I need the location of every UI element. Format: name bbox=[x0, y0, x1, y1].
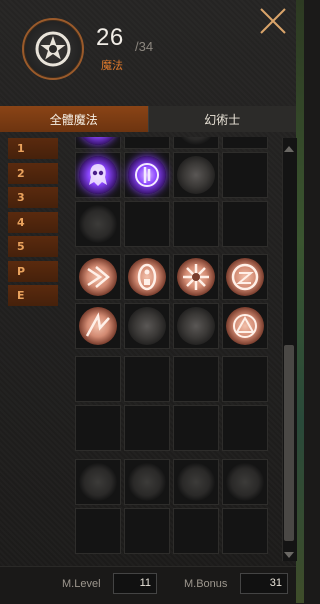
spell-slot[interactable] bbox=[124, 201, 170, 247]
filter-level-5[interactable]: 5 bbox=[8, 236, 58, 257]
spell-slot[interactable] bbox=[173, 152, 219, 198]
magic-label: 魔法 bbox=[101, 59, 123, 72]
magic-count: 26 bbox=[96, 24, 124, 51]
spell-slot[interactable] bbox=[124, 405, 170, 451]
scrollbar-thumb[interactable] bbox=[284, 345, 294, 541]
tab-illusionist[interactable]: 幻術士 bbox=[147, 106, 296, 132]
spell-row bbox=[75, 508, 270, 554]
dim-wing-icon bbox=[177, 463, 215, 501]
spell-slot[interactable] bbox=[75, 152, 121, 198]
spell-grid bbox=[75, 137, 270, 561]
filter-level-1[interactable]: 1 bbox=[8, 138, 58, 159]
spell-slot[interactable] bbox=[75, 459, 121, 505]
spell-slot[interactable] bbox=[173, 254, 219, 300]
spell-slot[interactable] bbox=[124, 459, 170, 505]
scroll-down-arrow-icon[interactable] bbox=[283, 546, 295, 558]
spell-slot[interactable] bbox=[75, 356, 121, 402]
spell-slot[interactable] bbox=[75, 303, 121, 349]
dim-figure-icon bbox=[177, 156, 215, 194]
spell-row bbox=[75, 152, 270, 198]
magic-level-label: M.Level bbox=[62, 578, 101, 590]
spell-slot[interactable] bbox=[222, 405, 268, 451]
spell-slot[interactable] bbox=[173, 201, 219, 247]
spell-row bbox=[75, 254, 270, 300]
filter-level-2[interactable]: 2 bbox=[8, 162, 58, 184]
magic-bonus-label: M.Bonus bbox=[184, 578, 228, 590]
spell-slot[interactable] bbox=[222, 303, 268, 349]
spell-slot[interactable] bbox=[75, 201, 121, 247]
spell-row bbox=[75, 303, 270, 349]
magic-level-value: 11 bbox=[113, 573, 157, 594]
purple-spell-icon bbox=[79, 137, 117, 145]
spell-slot[interactable] bbox=[222, 459, 268, 505]
spell-slot[interactable] bbox=[222, 201, 268, 247]
tab-bar: 全體魔法 幻術士 bbox=[0, 106, 296, 132]
spell-slot[interactable] bbox=[173, 356, 219, 402]
spell-slot[interactable] bbox=[222, 356, 268, 402]
spell-row bbox=[75, 459, 270, 505]
spell-slot[interactable] bbox=[222, 254, 268, 300]
spell-slot[interactable] bbox=[124, 152, 170, 198]
spell-slot[interactable] bbox=[75, 137, 121, 149]
spell-slot[interactable] bbox=[124, 303, 170, 349]
filter-level-e[interactable]: E bbox=[8, 285, 58, 306]
filter-level-4[interactable]: 4 bbox=[8, 211, 58, 233]
scroll-up-arrow-icon[interactable] bbox=[283, 140, 295, 152]
spell-slot[interactable] bbox=[124, 137, 170, 149]
dim-slash-icon bbox=[79, 463, 117, 501]
spell-slot[interactable] bbox=[222, 508, 268, 554]
level-filter-list: 1 2 3 4 5 P E bbox=[8, 138, 58, 310]
spell-slot[interactable] bbox=[222, 152, 268, 198]
magic-max: /34 bbox=[135, 39, 154, 54]
spell-row bbox=[75, 137, 270, 149]
spell-slot[interactable] bbox=[75, 405, 121, 451]
close-icon[interactable] bbox=[258, 6, 288, 36]
filter-level-p[interactable]: P bbox=[8, 260, 58, 282]
spell-row bbox=[75, 356, 270, 402]
spell-slot[interactable] bbox=[173, 405, 219, 451]
dim-claw-icon bbox=[79, 205, 117, 243]
dim-swirl-icon bbox=[226, 463, 264, 501]
dim-circle-icon bbox=[177, 307, 215, 345]
spell-slot[interactable] bbox=[75, 254, 121, 300]
spell-slot[interactable] bbox=[173, 303, 219, 349]
spell-row bbox=[75, 405, 270, 451]
pentagram-icon bbox=[22, 18, 84, 80]
spell-row bbox=[75, 201, 270, 247]
magic-bonus-value: 31 bbox=[240, 573, 288, 594]
dark-spell-icon bbox=[177, 137, 215, 145]
background-edge bbox=[296, 0, 304, 603]
dim-tendril-icon bbox=[128, 307, 166, 345]
spell-slot[interactable] bbox=[173, 508, 219, 554]
spell-slot[interactable] bbox=[124, 254, 170, 300]
filter-level-3[interactable]: 3 bbox=[8, 187, 58, 208]
spell-slot[interactable] bbox=[173, 137, 219, 149]
spell-slot[interactable] bbox=[173, 459, 219, 505]
dim-burst-icon bbox=[128, 463, 166, 501]
tab-all-magic[interactable]: 全體魔法 bbox=[0, 106, 148, 132]
spell-slot[interactable] bbox=[222, 137, 268, 149]
spell-slot[interactable] bbox=[75, 508, 121, 554]
spell-slot[interactable] bbox=[124, 356, 170, 402]
spell-slot[interactable] bbox=[124, 508, 170, 554]
